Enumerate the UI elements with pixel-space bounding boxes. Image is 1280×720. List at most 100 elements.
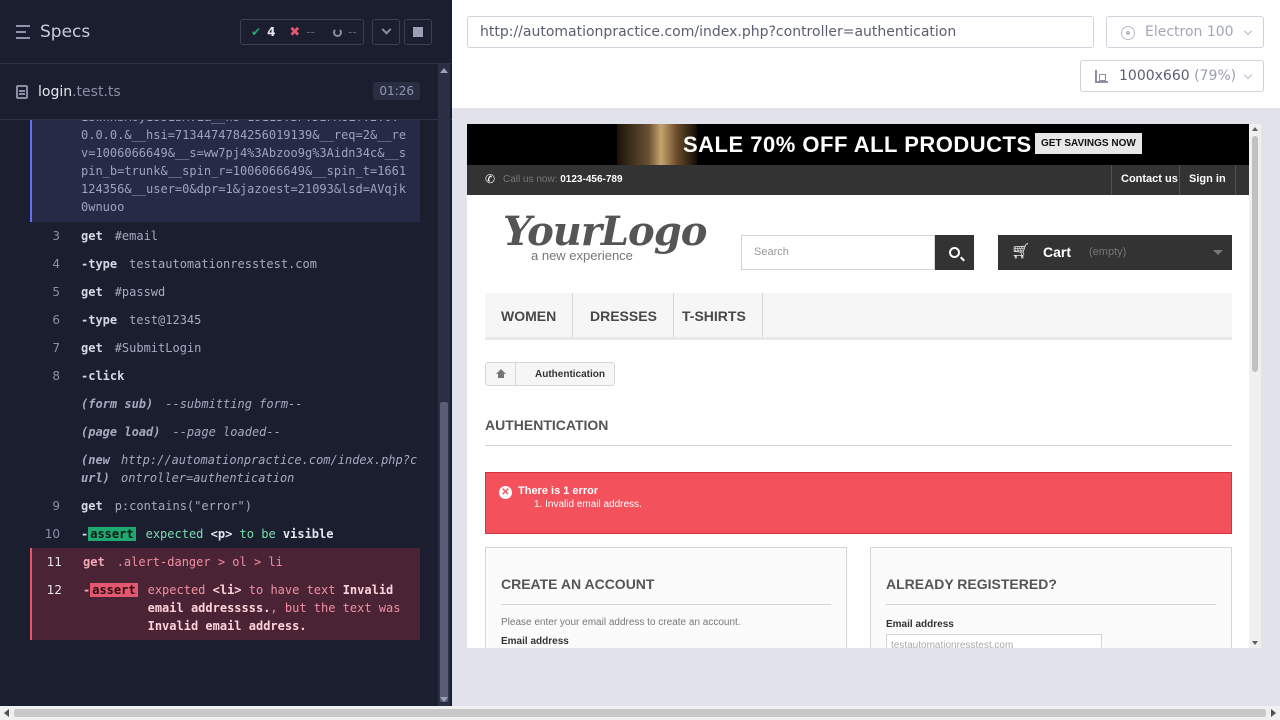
scroll-down-icon[interactable] (1252, 641, 1258, 645)
assert-badge: assert (88, 527, 136, 541)
spec-file-row[interactable]: login .test.ts 01:26 (0, 64, 452, 120)
home-icon[interactable] (486, 363, 516, 385)
command-row[interactable]: 6 -type test@12345 (30, 306, 420, 334)
command-number: 5 (52, 285, 60, 299)
aut-iframe: SALE 70% OFF ALL PRODUCTS GET SAVINGS NO… (467, 124, 1249, 648)
command-name: -type (81, 257, 118, 271)
scrollbar-thumb[interactable] (440, 402, 448, 702)
banner-text: SALE 70% OFF ALL PRODUCTS (683, 132, 1032, 157)
create-account-title: CREATE AN ACCOUNT (501, 576, 831, 605)
check-icon: ✔ (251, 25, 262, 39)
breadcrumb-current: Authentication (535, 368, 605, 380)
site-scrollbar[interactable] (1249, 124, 1261, 648)
scrollbar-thumb[interactable] (14, 709, 1266, 717)
reporter-panel: Specs ✔ 4 ✖ -- -- login.test.ts 01:26 1bwh… (0, 0, 452, 706)
command-message: .alert-danger > ol > li (116, 555, 283, 569)
top-nav: ✆ Call us now: 0123-456-789 Contact us S… (467, 165, 1249, 195)
command-row[interactable]: 8 -click (30, 362, 420, 390)
command-number: 3 (52, 229, 60, 243)
create-account-text: Please enter your email address to creat… (501, 617, 741, 628)
command-row[interactable]: 9 get p:contains("error") (30, 492, 420, 520)
stop-button[interactable] (404, 19, 432, 45)
search-icon (949, 247, 960, 258)
scroll-left-icon[interactable] (4, 709, 9, 717)
event-name: (new url) (81, 453, 110, 485)
assert-element: <p> (210, 527, 233, 541)
login-email-label: Email address (886, 619, 954, 630)
breadcrumb: Authentication (485, 362, 615, 386)
command-row-failed[interactable]: 11 get .alert-danger > ol > li (30, 548, 420, 576)
command-message: #email (114, 229, 159, 243)
assert-row-failed[interactable]: 12 - assert expected <li> to have text In… (30, 576, 420, 640)
call-us: Call us now: 0123-456-789 (503, 174, 623, 185)
phone-icon: ✆ (485, 172, 496, 186)
spec-file-name: login (38, 83, 73, 100)
viewport-size: 1000x660 (1119, 68, 1190, 84)
command-name: get (81, 341, 103, 355)
menu-item-tshirts[interactable]: T-SHIRTS (666, 293, 763, 337)
assert-actual-label: , but the text was (270, 601, 401, 615)
scroll-up-icon[interactable] (1252, 127, 1258, 131)
event-row[interactable]: (new url) http://automationpractice.com/i… (30, 446, 420, 492)
spec-file-ext: .test.ts (72, 83, 121, 100)
menu-item-dresses[interactable]: DRESSES (574, 293, 674, 337)
command-row[interactable]: 4 -type testautomationresstest.com (30, 250, 420, 278)
command-name: -click (81, 369, 125, 383)
scroll-down-icon[interactable] (440, 697, 448, 702)
visit-url-fragment[interactable]: 1bwhhbMoy1ss1bM.L&__hs=19113.BP:DEFAULT.… (30, 120, 420, 222)
pending-count: -- (348, 25, 357, 39)
command-row[interactable]: 5 get #passwd (30, 278, 420, 306)
page-title: AUTHENTICATION (485, 417, 1232, 446)
command-number: 10 (44, 527, 60, 541)
assert-value: visible (282, 527, 334, 541)
command-row[interactable]: 3 get #email (30, 222, 420, 250)
menu-item-women[interactable]: WOMEN (485, 293, 574, 337)
viewport-zoom: (79%) (1194, 68, 1237, 84)
command-message: testautomationresstest.com (129, 257, 317, 271)
logo-text: YourLogo (503, 208, 707, 255)
promo-banner[interactable]: SALE 70% OFF ALL PRODUCTS GET SAVINGS NO… (467, 124, 1249, 165)
command-message: #passwd (114, 285, 166, 299)
chevron-down-icon (1243, 70, 1253, 80)
event-message: --submitting form-- (165, 397, 303, 411)
event-name: (page load) (81, 425, 161, 439)
browser-selector[interactable]: Electron 100 (1106, 16, 1264, 48)
aut-header: http://automationpractice.com/index.php?… (452, 0, 1280, 108)
event-row[interactable]: (page load) --page loaded-- (30, 418, 420, 446)
error-alert: ✕ There is 1 error 1. Invalid email addr… (485, 472, 1232, 534)
scrollbar-thumb[interactable] (1252, 136, 1258, 372)
cart-button[interactable]: 🛒︎ Cart (empty) (998, 235, 1232, 270)
assert-actual-text: Invalid email address. (147, 619, 307, 633)
chevron-down-icon (381, 24, 391, 35)
command-row[interactable]: 7 get #SubmitLogin (30, 334, 420, 362)
contact-us-link[interactable]: Contact us (1111, 165, 1187, 195)
event-row[interactable]: (form sub) --submitting form-- (30, 390, 420, 418)
command-message: p:contains("error") (114, 499, 252, 513)
menu-icon[interactable] (16, 24, 32, 39)
login-email-field[interactable]: testautomationresstest.com (886, 634, 1102, 648)
login-box: ALREADY REGISTERED? Email address testau… (870, 547, 1232, 648)
command-name: get (81, 229, 103, 243)
document-icon (16, 84, 28, 99)
search-input[interactable]: Search (741, 235, 935, 270)
browser-name: Electron 100 (1145, 24, 1234, 40)
viewport-info[interactable]: 1000x660 (79%) (1080, 60, 1264, 92)
reporter-scrollbar[interactable] (438, 64, 450, 706)
scroll-right-icon[interactable] (1271, 709, 1276, 717)
horizontal-scrollbar[interactable] (0, 706, 1280, 720)
alert-item: 1. Invalid email address. (534, 499, 642, 510)
command-number: 8 (52, 369, 60, 383)
assert-row-passed[interactable]: 10 - assert expected <p> to be visible (30, 520, 420, 548)
command-log: 1bwhhbMoy1ss1bM.L&__hs=19113.BP:DEFAULT.… (0, 120, 438, 668)
command-number: 9 (52, 499, 60, 513)
specs-title[interactable]: Specs (40, 22, 90, 42)
sign-in-link[interactable]: Sign in (1179, 165, 1236, 195)
get-savings-button[interactable]: GET SAVINGS NOW (1035, 133, 1142, 154)
search-button[interactable] (935, 235, 974, 270)
aut-panel: http://automationpractice.com/index.php?… (452, 0, 1280, 706)
command-name: get (81, 499, 103, 513)
scroll-up-icon[interactable] (440, 68, 448, 73)
collapse-button[interactable] (372, 19, 400, 45)
site-logo[interactable]: YourLogo a new experience (503, 208, 707, 264)
aut-url-display[interactable]: http://automationpractice.com/index.php?… (467, 16, 1094, 48)
